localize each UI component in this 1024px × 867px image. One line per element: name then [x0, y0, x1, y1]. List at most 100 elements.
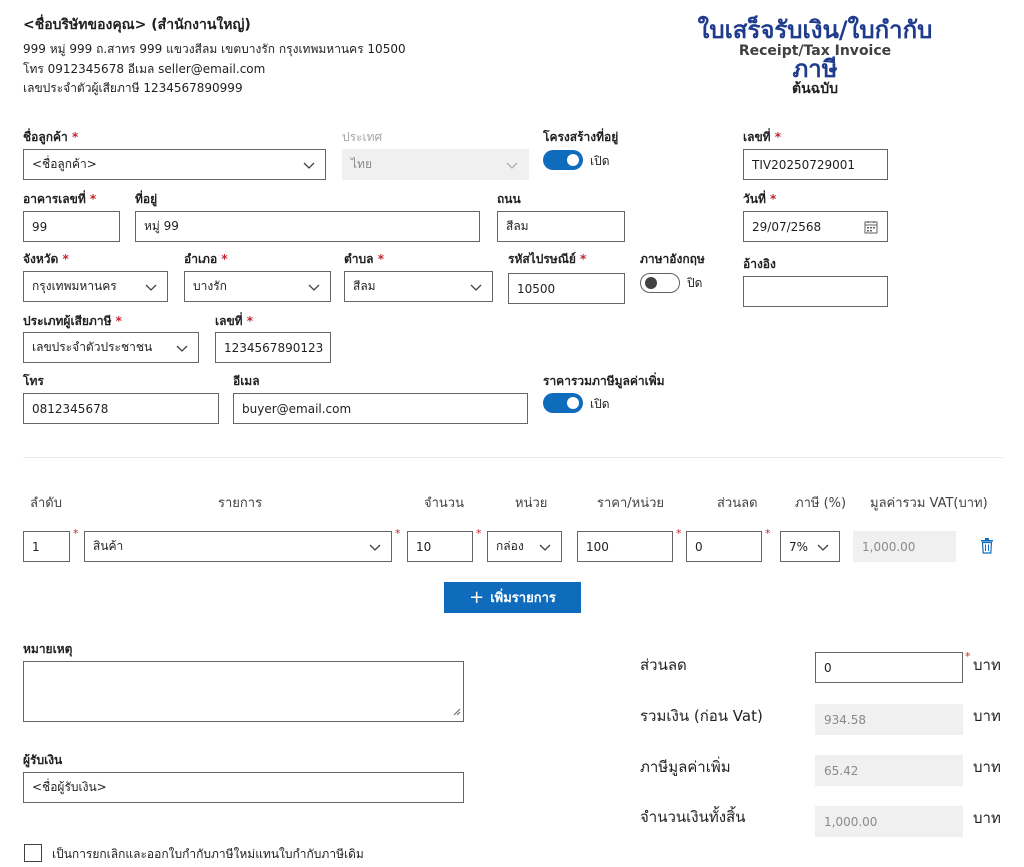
- taxpayer-type-select[interactable]: เลขประจำตัวประชาชน: [23, 332, 199, 363]
- summary-total-unit: บาท: [973, 809, 1001, 827]
- structured-address-toggle[interactable]: [543, 150, 583, 170]
- province-select[interactable]: กรุงเทพมหานคร: [23, 271, 168, 302]
- chevron-down-icon: [302, 158, 316, 172]
- english-label: ภาษาอังกฤษ: [640, 252, 705, 266]
- postcode-label: รหัสไปรษณีย์ *: [508, 252, 587, 266]
- summary-vat-label: ภาษีมูลค่าเพิ่ม: [640, 758, 731, 776]
- address-label: ที่อยู่: [135, 192, 158, 206]
- postcode-input[interactable]: 10500: [508, 273, 625, 304]
- taxpayer-type-label: ประเภทผู้เสียภาษี *: [23, 314, 122, 328]
- summary-discount-input[interactable]: 0: [815, 652, 963, 683]
- copy-label: ต้นฉบับ: [792, 81, 838, 97]
- item-unit-select[interactable]: กล่อง: [487, 531, 562, 562]
- item-tax-value: 7%: [789, 539, 809, 554]
- vat-included-label: ราคารวมภาษีมูลค่าเพิ่ม: [543, 374, 665, 388]
- notes-textarea[interactable]: [23, 661, 464, 722]
- receiver-label: ผู้รับเงิน: [23, 753, 63, 767]
- chevron-down-icon: [505, 158, 519, 172]
- item-qty-input[interactable]: 10: [407, 531, 473, 562]
- item-discount-input[interactable]: 0: [686, 531, 762, 562]
- summary-discount-unit: บาท: [973, 656, 1001, 674]
- delete-icon[interactable]: [980, 538, 994, 557]
- date-label: วันที่ *: [743, 192, 777, 206]
- chevron-down-icon: [368, 540, 382, 554]
- subdistrict-value: สีลม: [353, 279, 376, 293]
- required-mark: *: [965, 650, 971, 663]
- road-label: ถนน: [497, 192, 521, 206]
- item-select[interactable]: สินค้า: [84, 531, 392, 562]
- required-mark: *: [476, 527, 482, 540]
- plus-icon: +: [469, 586, 485, 608]
- phone-input[interactable]: 0812345678: [23, 393, 219, 424]
- add-item-label: เพิ่มรายการ: [490, 591, 556, 606]
- seller-address: 999 หมู่ 999 ถ.สาทร 999 แขวงสีลม เขตบางร…: [23, 42, 406, 56]
- cancel-checkbox-label: เป็นการยกเลิกและออกใบกำกับภาษีใหม่แทนใบก…: [52, 847, 364, 861]
- chevron-down-icon: [175, 341, 189, 355]
- item-seq-input[interactable]: 1: [23, 531, 70, 562]
- seller-name: <ชื่อบริษัทของคุณ> (สำนักงานใหญ่): [23, 17, 251, 33]
- summary-subtotal-label: รวมเงิน (ก่อน Vat): [640, 707, 763, 725]
- tax-number-label: เลขที่ *: [215, 314, 254, 328]
- number-input[interactable]: TIV20250729001: [743, 149, 888, 180]
- building-input[interactable]: 99: [23, 211, 120, 242]
- address-input[interactable]: หมู่ 99: [135, 211, 480, 242]
- chevron-down-icon: [144, 280, 158, 294]
- receiver-input[interactable]: <ชื่อผู้รับเงิน>: [23, 772, 464, 803]
- tax-number-input[interactable]: 1234567890123: [215, 332, 331, 363]
- chevron-down-icon: [816, 540, 830, 554]
- calendar-icon[interactable]: [864, 220, 878, 237]
- seller-contact: โทร 0912345678 อีเมล seller@email.com: [23, 62, 266, 76]
- col-header-price: ราคา/หน่วย: [597, 496, 665, 511]
- email-input[interactable]: buyer@email.com: [233, 393, 528, 424]
- summary-total-label: จำนวนเงินทั้งสิ้น: [640, 808, 746, 826]
- item-total-field: 1,000.00: [853, 531, 956, 562]
- notes-label: หมายเหตุ: [23, 642, 73, 656]
- structured-address-state: เปิด: [590, 154, 610, 168]
- col-header-qty: จำนวน: [424, 496, 464, 511]
- date-input[interactable]: 29/07/2568: [743, 211, 888, 242]
- col-header-seq: ลำดับ: [30, 496, 62, 511]
- country-select: ไทย: [342, 149, 529, 180]
- col-header-unit: หน่วย: [515, 496, 548, 511]
- number-label: เลขที่ *: [743, 130, 782, 144]
- summary-subtotal-unit: บาท: [973, 707, 1001, 725]
- reference-input[interactable]: [743, 276, 888, 307]
- customer-select[interactable]: <ชื่อลูกค้า>: [23, 149, 326, 180]
- item-price-input[interactable]: 100: [577, 531, 673, 562]
- district-label: อำเภอ *: [184, 252, 228, 266]
- add-item-button[interactable]: + เพิ่มรายการ: [444, 582, 581, 613]
- required-mark: *: [395, 527, 401, 540]
- reference-label: อ้างอิง: [743, 257, 776, 271]
- vat-included-toggle[interactable]: [543, 393, 583, 413]
- district-value: บางรัก: [193, 279, 227, 293]
- subdistrict-select[interactable]: สีลม: [344, 271, 493, 302]
- english-toggle[interactable]: [640, 273, 680, 293]
- col-header-discount: ส่วนลด: [717, 496, 758, 511]
- summary-subtotal-field: 934.58: [815, 704, 963, 735]
- required-mark: *: [765, 527, 771, 540]
- chevron-down-icon: [538, 540, 552, 554]
- required-mark: *: [73, 527, 79, 540]
- email-label: อีเมล: [233, 374, 260, 388]
- cancel-checkbox[interactable]: [24, 844, 42, 862]
- summary-vat-unit: บาท: [973, 758, 1001, 776]
- col-header-tax: ภาษี (%): [795, 496, 847, 511]
- taxpayer-type-value: เลขประจำตัวประชาชน: [32, 340, 153, 354]
- chevron-down-icon: [469, 280, 483, 294]
- english-state: ปิด: [687, 276, 703, 290]
- required-mark: *: [676, 527, 682, 540]
- structured-address-label: โครงสร้างที่อยู่: [543, 130, 619, 144]
- province-value: กรุงเทพมหานคร: [32, 279, 117, 293]
- resize-handle-icon[interactable]: [453, 705, 461, 719]
- province-label: จังหวัด *: [23, 252, 69, 266]
- chevron-down-icon: [307, 280, 321, 294]
- customer-label: ชื่อลูกค้า *: [23, 130, 79, 144]
- summary-discount-label: ส่วนลด: [640, 656, 687, 674]
- road-input[interactable]: สีลม: [497, 211, 625, 242]
- vat-included-state: เปิด: [590, 397, 610, 411]
- item-tax-select[interactable]: 7%: [780, 531, 840, 562]
- item-value: สินค้า: [93, 539, 124, 553]
- district-select[interactable]: บางรัก: [184, 271, 331, 302]
- phone-label: โทร: [23, 374, 44, 388]
- customer-value: <ชื่อลูกค้า>: [32, 157, 97, 171]
